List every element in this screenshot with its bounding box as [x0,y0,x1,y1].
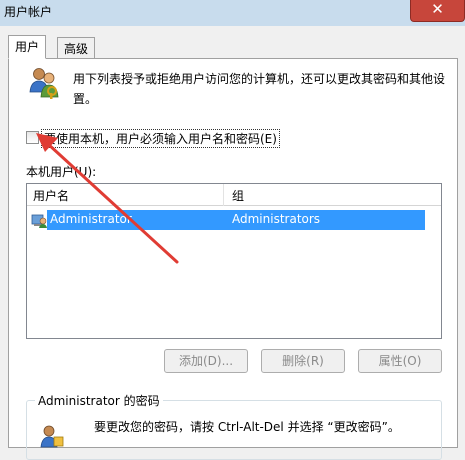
window-title: 用户帐户 [4,5,53,19]
password-group-title: Administrator 的密码 [35,392,163,409]
row-group: Administrators [232,212,321,226]
local-users-label: 本机用户(U): [26,165,97,179]
users-description: 用下列表授予或拒绝用户访问您的计算机，还可以更改其密码和其他设置。 [73,72,446,106]
password-user-icon [40,425,64,448]
users-icon [29,68,59,99]
properties-button[interactable]: 属性(O) [358,349,442,373]
row-username: Administrator [50,212,132,226]
tab-advanced[interactable]: 高级 [57,37,96,58]
require-password-checkbox[interactable] [26,131,39,144]
password-groupbox: Administrator 的密码 要更改您的密码，请按 Ctrl-Alt-De… [26,392,442,460]
remove-user-button[interactable]: 删除(R) [261,349,345,373]
listview-header: 用户名 组 [27,184,441,206]
column-header-username[interactable]: 用户名 [33,187,69,204]
users-tab-panel: 用下列表授予或拒绝用户访问您的计算机，还可以更改其密码和其他设置。 要使用本机，… [8,58,458,460]
column-header-group[interactable]: 组 [232,187,244,204]
password-change-text: 要更改您的密码，请按 Ctrl-Alt-Del 并选择 “更改密码”。 [94,420,400,434]
users-listview[interactable]: 用户名 组 Administrator Administrators [26,183,442,339]
require-password-label[interactable]: 要使用本机，用户必须输入用户名和密码(E) [41,129,280,148]
window-titlebar: 用户帐户 ✕ [0,0,465,26]
user-account-icon [31,214,47,228]
add-user-button[interactable]: 添加(D)... [164,349,248,373]
table-row[interactable]: Administrator Administrators [27,210,441,230]
tab-users[interactable]: 用户 [8,35,47,59]
column-divider[interactable] [223,184,224,206]
close-icon: ✕ [431,0,444,18]
close-button[interactable]: ✕ [410,0,465,22]
